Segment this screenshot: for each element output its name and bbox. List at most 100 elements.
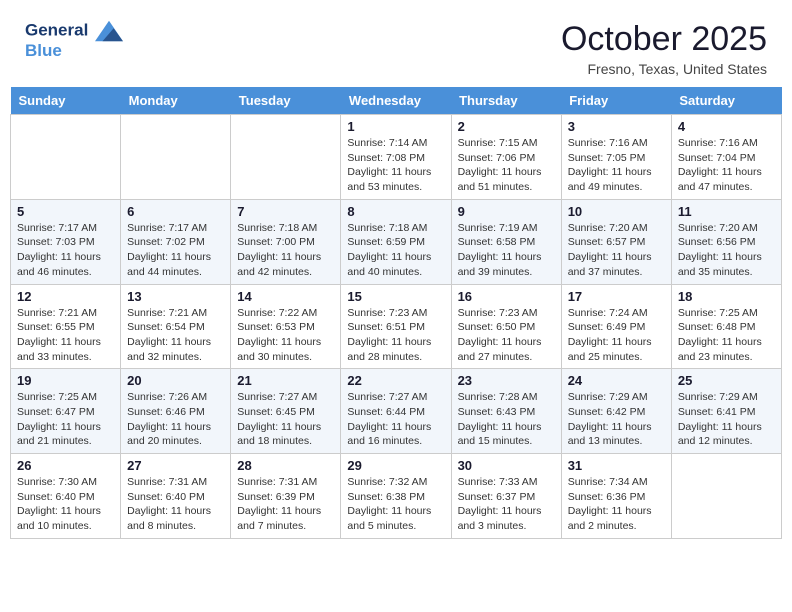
- calendar-cell: 23 Sunrise: 7:28 AM Sunset: 6:43 PM Dayli…: [451, 369, 561, 454]
- day-number: 11: [678, 204, 775, 219]
- day-info: Sunrise: 7:32 AM Sunset: 6:38 PM Dayligh…: [347, 475, 444, 534]
- col-friday: Friday: [561, 87, 671, 115]
- calendar-cell: 29 Sunrise: 7:32 AM Sunset: 6:38 PM Dayli…: [341, 454, 451, 539]
- day-info: Sunrise: 7:34 AM Sunset: 6:36 PM Dayligh…: [568, 475, 665, 534]
- calendar-cell: 26 Sunrise: 7:30 AM Sunset: 6:40 PM Dayli…: [11, 454, 121, 539]
- day-number: 28: [237, 458, 334, 473]
- day-info: Sunrise: 7:17 AM Sunset: 7:02 PM Dayligh…: [127, 221, 224, 280]
- logo-blue: Blue: [25, 42, 123, 61]
- logo: General Blue: [25, 20, 123, 61]
- title-section: October 2025 Fresno, Texas, United State…: [561, 20, 767, 77]
- day-info: Sunrise: 7:18 AM Sunset: 7:00 PM Dayligh…: [237, 221, 334, 280]
- day-number: 22: [347, 373, 444, 388]
- calendar-week-2: 5 Sunrise: 7:17 AM Sunset: 7:03 PM Daylig…: [11, 199, 782, 284]
- calendar-cell: 1Sunrise: 7:14 AM Sunset: 7:08 PM Daylig…: [341, 115, 451, 200]
- calendar-cell: 5 Sunrise: 7:17 AM Sunset: 7:03 PM Daylig…: [11, 199, 121, 284]
- calendar-cell: 20 Sunrise: 7:26 AM Sunset: 6:46 PM Dayli…: [121, 369, 231, 454]
- day-number: 27: [127, 458, 224, 473]
- day-info: Sunrise: 7:30 AM Sunset: 6:40 PM Dayligh…: [17, 475, 114, 534]
- day-info: Sunrise: 7:29 AM Sunset: 6:42 PM Dayligh…: [568, 390, 665, 449]
- calendar-cell: 8Sunrise: 7:18 AM Sunset: 6:59 PM Daylig…: [341, 199, 451, 284]
- calendar-cell: 27Sunrise: 7:31 AM Sunset: 6:40 PM Dayli…: [121, 454, 231, 539]
- day-number: 21: [237, 373, 334, 388]
- col-thursday: Thursday: [451, 87, 561, 115]
- day-number: 4: [678, 119, 775, 134]
- day-number: 24: [568, 373, 665, 388]
- calendar-cell: 21 Sunrise: 7:27 AM Sunset: 6:45 PM Dayli…: [231, 369, 341, 454]
- day-info: Sunrise: 7:26 AM Sunset: 6:46 PM Dayligh…: [127, 390, 224, 449]
- day-info: Sunrise: 7:21 AM Sunset: 6:55 PM Dayligh…: [17, 306, 114, 365]
- day-info: Sunrise: 7:16 AM Sunset: 7:05 PM Dayligh…: [568, 136, 665, 195]
- col-saturday: Saturday: [671, 87, 781, 115]
- day-info: Sunrise: 7:28 AM Sunset: 6:43 PM Dayligh…: [458, 390, 555, 449]
- calendar-cell: 18Sunrise: 7:25 AM Sunset: 6:48 PM Dayli…: [671, 284, 781, 369]
- day-info: Sunrise: 7:21 AM Sunset: 6:54 PM Dayligh…: [127, 306, 224, 365]
- day-info: Sunrise: 7:19 AM Sunset: 6:58 PM Dayligh…: [458, 221, 555, 280]
- calendar-cell: 2 Sunrise: 7:15 AM Sunset: 7:06 PM Daylig…: [451, 115, 561, 200]
- page-header: General Blue October 2025 Fresno, Texas,…: [10, 10, 782, 82]
- logo-text: General: [25, 20, 123, 42]
- day-number: 15: [347, 289, 444, 304]
- calendar-cell: [671, 454, 781, 539]
- day-info: Sunrise: 7:17 AM Sunset: 7:03 PM Dayligh…: [17, 221, 114, 280]
- calendar-cell: [121, 115, 231, 200]
- calendar-cell: 12 Sunrise: 7:21 AM Sunset: 6:55 PM Dayli…: [11, 284, 121, 369]
- col-sunday: Sunday: [11, 87, 121, 115]
- day-number: 18: [678, 289, 775, 304]
- day-number: 8: [347, 204, 444, 219]
- day-number: 20: [127, 373, 224, 388]
- day-info: Sunrise: 7:20 AM Sunset: 6:57 PM Dayligh…: [568, 221, 665, 280]
- day-number: 2: [458, 119, 555, 134]
- day-info: Sunrise: 7:20 AM Sunset: 6:56 PM Dayligh…: [678, 221, 775, 280]
- calendar-cell: 7 Sunrise: 7:18 AM Sunset: 7:00 PM Daylig…: [231, 199, 341, 284]
- day-number: 17: [568, 289, 665, 304]
- day-number: 26: [17, 458, 114, 473]
- day-info: Sunrise: 7:31 AM Sunset: 6:39 PM Dayligh…: [237, 475, 334, 534]
- calendar-cell: 31 Sunrise: 7:34 AM Sunset: 6:36 PM Dayli…: [561, 454, 671, 539]
- calendar-cell: 28 Sunrise: 7:31 AM Sunset: 6:39 PM Dayli…: [231, 454, 341, 539]
- calendar-cell: 30 Sunrise: 7:33 AM Sunset: 6:37 PM Dayli…: [451, 454, 561, 539]
- calendar-week-1: 1Sunrise: 7:14 AM Sunset: 7:08 PM Daylig…: [11, 115, 782, 200]
- calendar-cell: 9 Sunrise: 7:19 AM Sunset: 6:58 PM Daylig…: [451, 199, 561, 284]
- calendar-cell: 22 Sunrise: 7:27 AM Sunset: 6:44 PM Dayli…: [341, 369, 451, 454]
- day-info: Sunrise: 7:25 AM Sunset: 6:47 PM Dayligh…: [17, 390, 114, 449]
- day-number: 3: [568, 119, 665, 134]
- day-info: Sunrise: 7:33 AM Sunset: 6:37 PM Dayligh…: [458, 475, 555, 534]
- calendar-cell: [11, 115, 121, 200]
- calendar-cell: 10 Sunrise: 7:20 AM Sunset: 6:57 PM Dayli…: [561, 199, 671, 284]
- calendar-cell: 19 Sunrise: 7:25 AM Sunset: 6:47 PM Dayli…: [11, 369, 121, 454]
- day-info: Sunrise: 7:16 AM Sunset: 7:04 PM Dayligh…: [678, 136, 775, 195]
- calendar-cell: 13Sunrise: 7:21 AM Sunset: 6:54 PM Dayli…: [121, 284, 231, 369]
- day-info: Sunrise: 7:27 AM Sunset: 6:44 PM Dayligh…: [347, 390, 444, 449]
- day-number: 19: [17, 373, 114, 388]
- day-number: 25: [678, 373, 775, 388]
- day-number: 9: [458, 204, 555, 219]
- month-title: October 2025: [561, 20, 767, 59]
- calendar-cell: 14Sunrise: 7:22 AM Sunset: 6:53 PM Dayli…: [231, 284, 341, 369]
- calendar-cell: 24 Sunrise: 7:29 AM Sunset: 6:42 PM Dayli…: [561, 369, 671, 454]
- day-number: 10: [568, 204, 665, 219]
- day-number: 5: [17, 204, 114, 219]
- calendar-week-3: 12 Sunrise: 7:21 AM Sunset: 6:55 PM Dayli…: [11, 284, 782, 369]
- day-info: Sunrise: 7:27 AM Sunset: 6:45 PM Dayligh…: [237, 390, 334, 449]
- day-number: 23: [458, 373, 555, 388]
- day-info: Sunrise: 7:14 AM Sunset: 7:08 PM Dayligh…: [347, 136, 444, 195]
- col-wednesday: Wednesday: [341, 87, 451, 115]
- calendar-cell: 11 Sunrise: 7:20 AM Sunset: 6:56 PM Dayli…: [671, 199, 781, 284]
- day-number: 29: [347, 458, 444, 473]
- day-number: 31: [568, 458, 665, 473]
- day-info: Sunrise: 7:22 AM Sunset: 6:53 PM Dayligh…: [237, 306, 334, 365]
- day-number: 16: [458, 289, 555, 304]
- calendar-cell: 25Sunrise: 7:29 AM Sunset: 6:41 PM Dayli…: [671, 369, 781, 454]
- location: Fresno, Texas, United States: [561, 61, 767, 77]
- day-info: Sunrise: 7:15 AM Sunset: 7:06 PM Dayligh…: [458, 136, 555, 195]
- day-number: 12: [17, 289, 114, 304]
- calendar-cell: [231, 115, 341, 200]
- calendar-week-5: 26 Sunrise: 7:30 AM Sunset: 6:40 PM Dayli…: [11, 454, 782, 539]
- calendar-cell: 6Sunrise: 7:17 AM Sunset: 7:02 PM Daylig…: [121, 199, 231, 284]
- day-number: 7: [237, 204, 334, 219]
- day-info: Sunrise: 7:23 AM Sunset: 6:50 PM Dayligh…: [458, 306, 555, 365]
- day-number: 30: [458, 458, 555, 473]
- calendar-cell: 16 Sunrise: 7:23 AM Sunset: 6:50 PM Dayli…: [451, 284, 561, 369]
- col-tuesday: Tuesday: [231, 87, 341, 115]
